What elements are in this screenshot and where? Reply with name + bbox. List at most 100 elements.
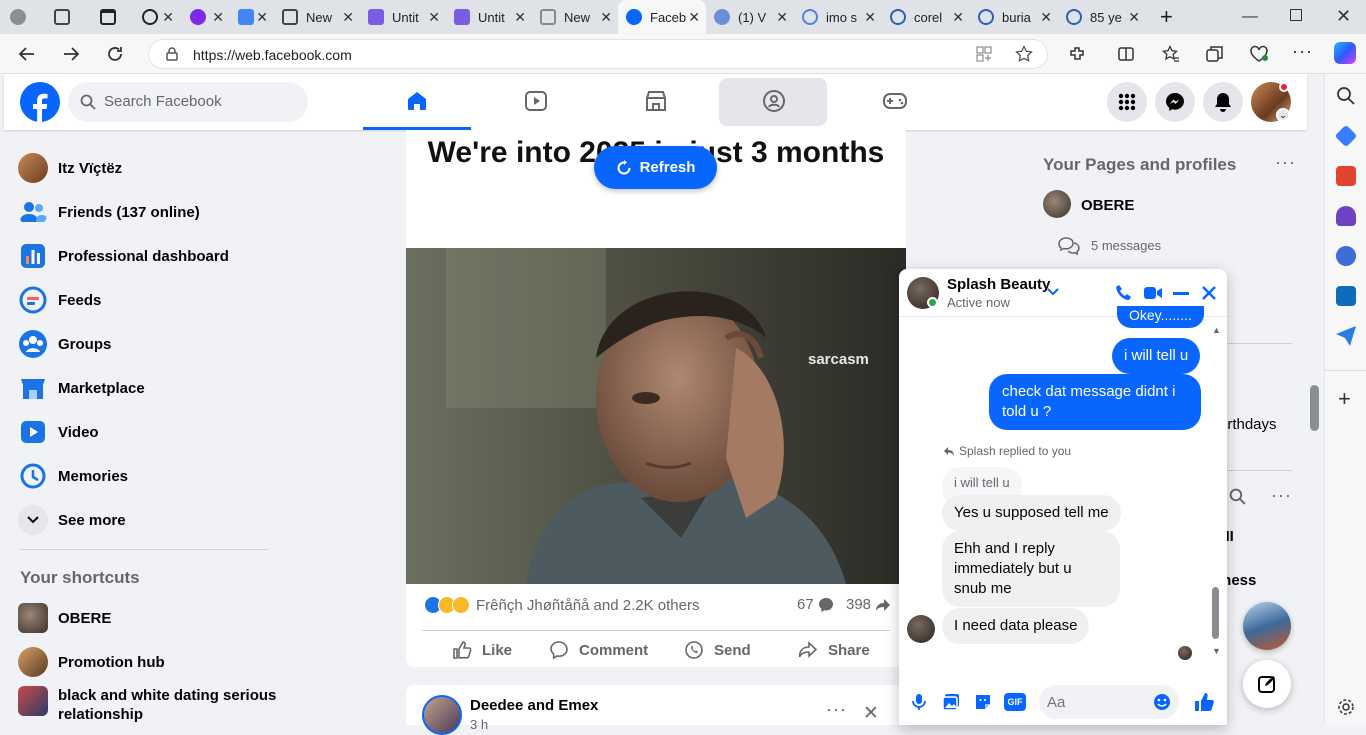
chevron-down-icon[interactable]: ⌄ [1276,108,1290,122]
sidebar-item-video[interactable]: Video [18,410,99,454]
minimize-icon[interactable]: — [1242,8,1258,26]
tab-profile[interactable] [0,0,36,34]
menu-button[interactable] [1107,82,1147,122]
close-tab-icon[interactable]: ✕ [1040,9,1052,25]
nav-gaming[interactable] [840,74,948,130]
close-tab-icon[interactable]: ✕ [428,9,440,25]
tab-search-2[interactable]: corel ✕ [882,0,970,34]
contacts-search-icon[interactable] [1229,488,1246,505]
shortcut-dating-group[interactable]: black and white dating serious relations… [18,686,288,726]
add-sidebar-icon[interactable]: + [1338,386,1351,412]
settings-menu-icon[interactable]: ··· [1292,41,1313,62]
microsoft-365-icon[interactable] [1336,246,1356,266]
messenger-button[interactable] [1155,82,1195,122]
tab-search-3[interactable]: buria ✕ [970,0,1058,34]
close-tab-icon[interactable]: ✕ [212,9,224,25]
video-call-icon[interactable] [1143,285,1163,301]
chat-head-avatar[interactable] [1243,602,1291,650]
close-tab-icon[interactable]: ✕ [256,9,268,25]
nav-marketplace[interactable] [602,74,710,130]
tab-facebook-video[interactable]: (1) V ✕ [706,0,794,34]
search-sidebar-icon[interactable] [1336,86,1356,106]
photo-icon[interactable] [942,693,960,711]
phone-call-icon[interactable] [1115,284,1133,302]
emoji-icon[interactable] [1153,693,1171,711]
new-message-button[interactable] [1243,660,1291,708]
reactions-summary[interactable]: Frêñçh Jhøñtåñå and 2.2K others [424,596,699,614]
minimize-chat-icon[interactable] [1173,292,1189,295]
avatar[interactable] [422,695,462,735]
split-screen-icon[interactable] [1117,45,1135,63]
tab-facebook-active[interactable]: Faceb ✕ [618,0,706,34]
message-sent[interactable]: Okey........ [1117,306,1204,328]
chat-scrollbar[interactable] [1212,587,1219,639]
tab-untitled-2[interactable]: Untit ✕ [446,0,532,34]
avatar[interactable] [1043,190,1071,218]
pages-options-icon[interactable]: ··· [1275,152,1296,173]
close-tab-icon[interactable]: ✕ [162,9,174,25]
restore-icon[interactable] [1290,9,1302,21]
tab-translate[interactable]: ✕ [230,0,274,34]
collections-toolbar-icon[interactable] [1206,45,1224,63]
browser-essentials-icon[interactable] [1249,45,1269,63]
close-window-icon[interactable]: ✕ [1336,6,1351,27]
facebook-logo-icon[interactable] [20,82,60,122]
shortcut-obere[interactable]: OBERE [18,596,111,640]
message-sent[interactable]: check dat message didnt i told u ? [989,374,1201,430]
nav-groups[interactable] [719,78,827,126]
sidebar-item-marketplace[interactable]: Marketplace [18,366,145,410]
like-button[interactable]: Like [452,640,512,660]
page-scrollbar[interactable] [1310,385,1319,431]
app-install-icon[interactable] [976,46,992,62]
post-author[interactable]: Deedee and Emex [470,697,598,714]
page-name[interactable]: OBERE [1081,197,1134,214]
lock-icon[interactable] [165,47,179,61]
microphone-icon[interactable] [912,693,926,711]
games-icon[interactable] [1336,206,1356,226]
favorites-icon[interactable] [1162,45,1180,63]
chat-contact-name[interactable]: Splash Beauty [947,276,1050,293]
close-tab-icon[interactable]: ✕ [776,9,788,25]
tab-new-2[interactable]: New ✕ [532,0,618,34]
forward-icon[interactable] [62,45,80,63]
tab-search-4[interactable]: 85 ye ✕ [1058,0,1146,34]
more-options-icon[interactable]: ··· [826,699,847,720]
gif-icon[interactable]: GIF [1004,693,1026,711]
nav-home[interactable] [363,74,471,130]
tab-actions[interactable] [82,0,128,34]
refresh-feed-button[interactable]: Refresh [594,146,717,189]
close-chat-icon[interactable] [1201,285,1217,301]
sidebar-item-memories[interactable]: Memories [18,454,128,498]
outlook-icon[interactable] [1336,286,1356,306]
messages-count[interactable]: 5 messages [1091,238,1161,253]
notifications-button[interactable] [1203,82,1243,122]
comment-button[interactable]: Comment [549,640,648,660]
sidebar-item-groups[interactable]: Groups [18,322,111,366]
send-button[interactable]: Send [684,640,751,660]
post-photo[interactable]: sarcasm [406,248,906,584]
message-sent[interactable]: i will tell u [1112,338,1201,374]
message-received[interactable]: I need data please [942,608,1090,644]
thumbs-up-send-icon[interactable] [1193,691,1215,713]
scroll-up-icon[interactable]: ▲ [1212,325,1221,335]
close-tab-icon[interactable]: ✕ [864,9,876,25]
close-tab-icon[interactable]: ✕ [342,9,354,25]
tab-collections[interactable] [36,0,82,34]
telegram-icon[interactable] [1336,326,1356,346]
tools-icon[interactable] [1336,166,1356,186]
sidebar-item-professional-dashboard[interactable]: Professional dashboard [18,234,229,278]
share-count[interactable]: 398 [846,596,891,613]
address-bar[interactable]: https://web.facebook.com [148,39,1048,69]
tab-new-1[interactable]: New ✕ [274,0,360,34]
contacts-options-icon[interactable]: ··· [1271,485,1292,506]
share-button[interactable]: Share [798,640,870,660]
new-tab-button[interactable]: + [1146,0,1190,34]
extensions-icon[interactable] [1068,45,1086,63]
sidebar-item-friends[interactable]: Friends (137 online) [18,190,200,234]
message-received[interactable]: Yes u supposed tell me [942,495,1121,531]
tab-untitled-1[interactable]: Untit ✕ [360,0,446,34]
sidebar-item-feeds[interactable]: Feeds [18,278,101,322]
sticker-icon[interactable] [974,693,992,711]
shortcut-promotion-hub[interactable]: Promotion hub [18,640,165,684]
close-tab-icon[interactable]: ✕ [514,9,526,25]
